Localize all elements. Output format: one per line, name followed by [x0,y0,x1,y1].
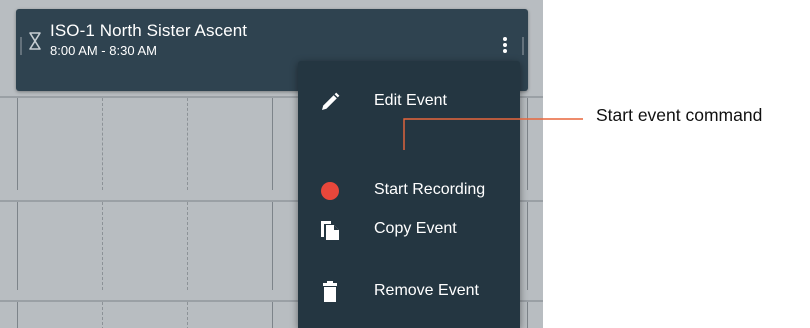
resize-handle-right[interactable] [522,37,524,55]
more-vertical-icon[interactable] [502,37,508,55]
hourglass-icon [29,32,41,50]
copy-icon [321,221,339,240]
start-recording-menu-item[interactable]: Start Recording [298,169,520,213]
menu-item-label: Copy Event [374,220,457,237]
event-context-menu: Edit Event Start Recording Copy Event Re… [298,61,520,328]
remove-event-menu-item[interactable]: Remove Event [298,270,520,314]
menu-item-label: Remove Event [374,282,479,299]
copy-event-menu-item[interactable]: Copy Event [298,208,520,252]
pencil-icon [322,92,340,110]
menu-item-label: Start Recording [374,181,486,198]
event-title: ISO-1 North Sister Ascent [50,21,248,40]
record-icon [321,182,339,200]
menu-item-label: Edit Event [374,92,447,109]
edit-event-menu-item[interactable]: Edit Event [298,80,520,124]
callout-label: Start event command [596,105,763,125]
resize-handle-left[interactable] [20,37,22,55]
event-time: 8:00 AM - 8:30 AM [50,43,157,58]
trash-icon [323,281,337,302]
